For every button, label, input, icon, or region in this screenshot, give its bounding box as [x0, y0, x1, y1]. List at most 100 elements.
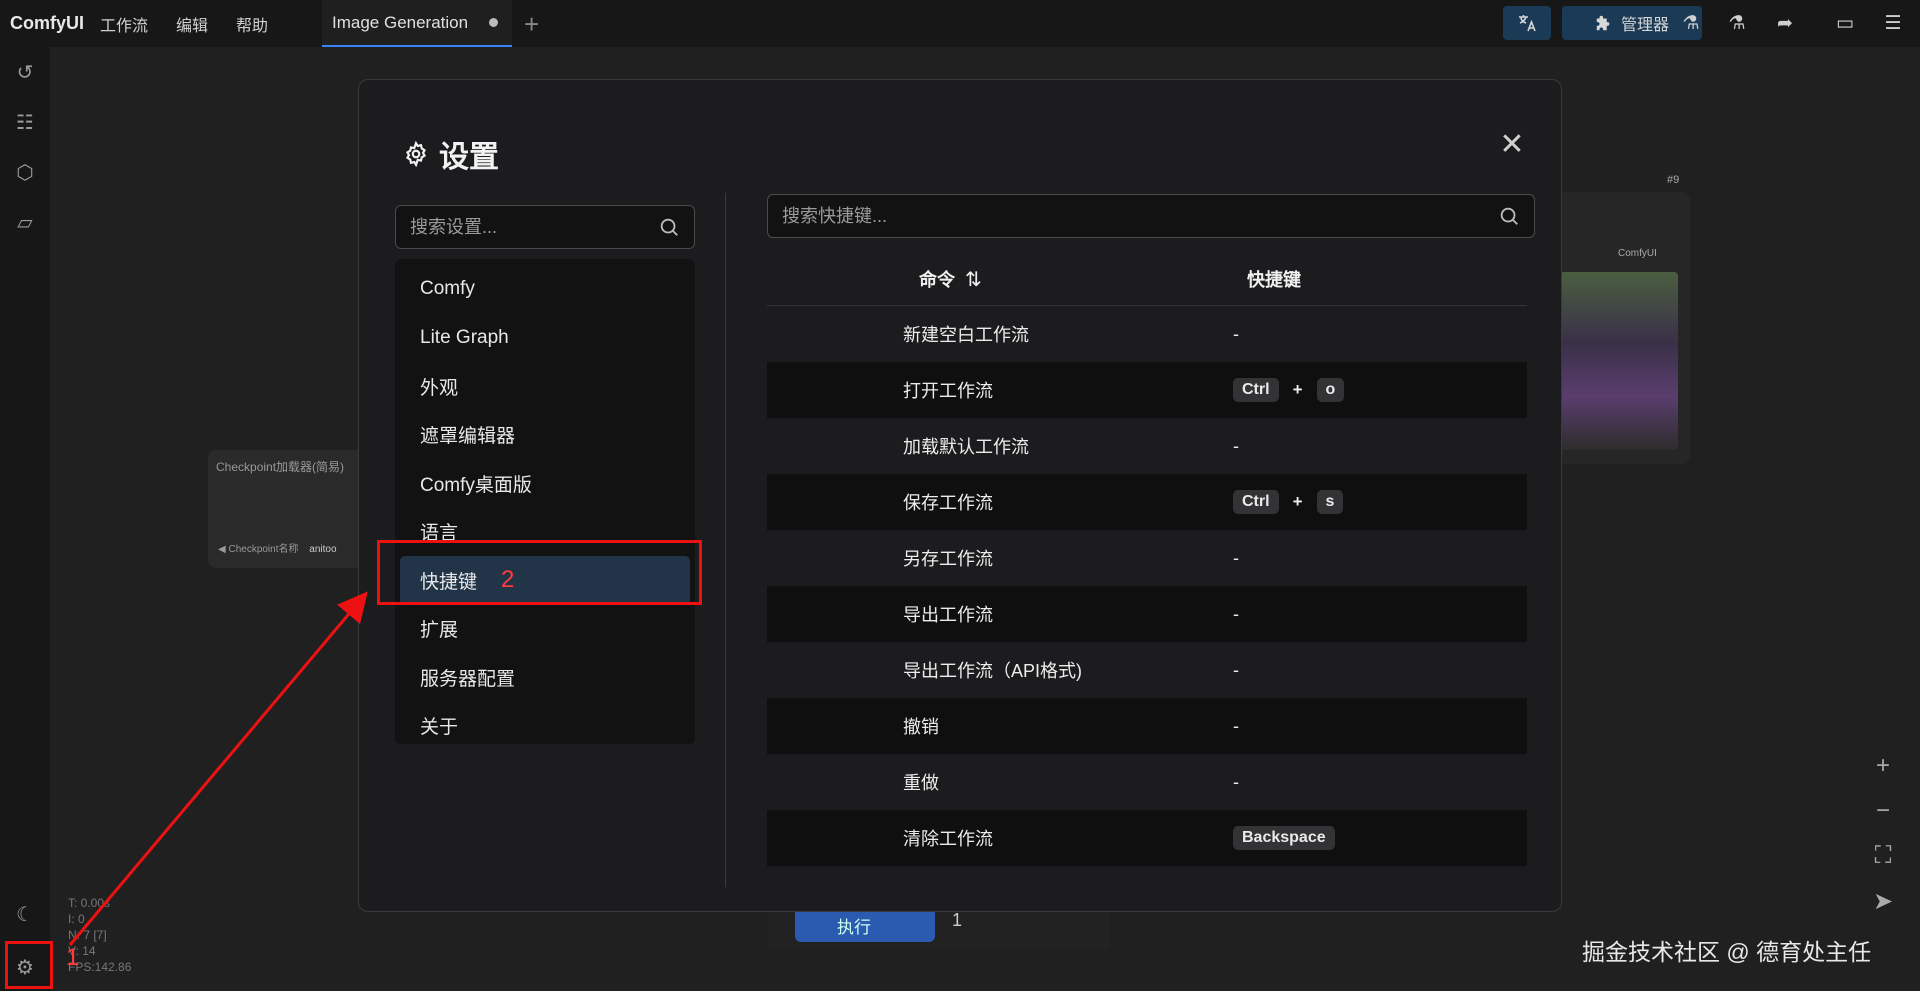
- empty-keybinding: -: [1233, 323, 1239, 344]
- queue-icon[interactable]: ☷: [13, 111, 37, 135]
- table-row[interactable]: 重做 -: [767, 754, 1527, 810]
- preview-node[interactable]: ComfyUI: [1548, 192, 1690, 464]
- zoom-controls: + − ⛶ ➤: [1858, 752, 1908, 952]
- table-row[interactable]: 打开工作流 Ctrl + o: [767, 362, 1527, 418]
- settings-search-input[interactable]: [410, 216, 658, 238]
- table-row[interactable]: 新建空白工作流 -: [767, 306, 1527, 362]
- puzzle-icon: [1596, 15, 1610, 31]
- run-count[interactable]: 1: [952, 910, 962, 931]
- folder-icon[interactable]: ▱: [13, 211, 37, 235]
- annotation-box-keybinding: [377, 540, 702, 605]
- category-server-config[interactable]: 服务器配置: [400, 653, 690, 702]
- command-cell: 加载默认工作流: [903, 437, 1029, 457]
- sort-icon[interactable]: ⇅: [965, 267, 982, 292]
- key-badge: Ctrl: [1233, 490, 1279, 514]
- category-label: 扩展: [420, 620, 459, 642]
- category-extensions[interactable]: 扩展: [400, 605, 690, 654]
- category-mask-editor[interactable]: 遮罩编辑器: [400, 411, 690, 460]
- table-row[interactable]: 撤销 -: [767, 698, 1527, 754]
- gear-icon: [405, 141, 427, 167]
- empty-keybinding: -: [1233, 547, 1239, 568]
- left-sidebar: ↺ ☷ ⬡ ▱ ☾ ⚙: [0, 47, 50, 991]
- stat-n: N: 7 [7]: [68, 928, 107, 942]
- node-field-label: ◀ Checkpoint名称: [218, 544, 299, 555]
- category-label: 遮罩编辑器: [420, 426, 516, 448]
- panel-divider: [725, 193, 726, 887]
- fit-view-icon[interactable]: ⛶: [1858, 842, 1908, 887]
- keybinding-search[interactable]: [767, 194, 1535, 238]
- menu-edit[interactable]: 编辑: [176, 12, 208, 36]
- theme-moon-icon[interactable]: ☾: [13, 903, 37, 927]
- run-label: 执行: [837, 918, 871, 937]
- history-icon[interactable]: ↺: [13, 61, 37, 85]
- keybinding-cell: -: [1233, 660, 1239, 681]
- model-icon[interactable]: ⚗: [1674, 6, 1708, 40]
- command-cell: 保存工作流: [903, 493, 993, 513]
- workflow-tab[interactable]: Image Generation: [322, 0, 512, 47]
- key-badge: s: [1316, 490, 1344, 514]
- empty-keybinding: -: [1233, 715, 1239, 736]
- panel-toggle-icon[interactable]: ▭: [1828, 6, 1862, 40]
- key-badge: o: [1316, 378, 1345, 402]
- model-alt-icon[interactable]: ⚗: [1720, 6, 1754, 40]
- category-comfy[interactable]: Comfy: [400, 265, 690, 314]
- keybinding-cell: -: [1233, 436, 1239, 457]
- annotation-box-settings: [5, 941, 53, 989]
- table-row[interactable]: 另存工作流 -: [767, 530, 1527, 586]
- category-list: Comfy Lite Graph 外观 遮罩编辑器 Comfy桌面版 语言 快捷…: [395, 259, 695, 744]
- command-cell: 另存工作流: [903, 549, 993, 569]
- command-cell: 新建空白工作流: [903, 325, 1029, 345]
- search-icon[interactable]: [1498, 205, 1520, 227]
- category-label: 外观: [420, 377, 459, 399]
- table-row[interactable]: 加载默认工作流 -: [767, 418, 1527, 474]
- keybinding-cell: -: [1233, 324, 1239, 345]
- navigate-icon[interactable]: ➤: [1858, 887, 1908, 932]
- empty-keybinding: -: [1233, 659, 1239, 680]
- category-appearance[interactable]: 外观: [400, 362, 690, 411]
- table-row[interactable]: 清除工作流 Backspace: [767, 810, 1527, 866]
- category-lite-graph[interactable]: Lite Graph: [400, 314, 690, 363]
- column-command[interactable]: 命令 ⇅: [767, 266, 1247, 292]
- category-about[interactable]: 关于: [400, 702, 690, 751]
- menu-help[interactable]: 帮助: [236, 12, 268, 36]
- node-id-tag: #9: [1667, 174, 1680, 186]
- zoom-in-icon[interactable]: +: [1858, 752, 1908, 797]
- category-label: 服务器配置: [420, 668, 516, 690]
- key-plus: +: [1292, 380, 1303, 399]
- column-keybinding: 快捷键: [1247, 266, 1301, 292]
- add-tab-icon[interactable]: +: [524, 9, 539, 40]
- key-plus: +: [1292, 492, 1303, 511]
- command-cell: 撤销: [903, 717, 939, 737]
- translate-button[interactable]: [1503, 6, 1551, 40]
- category-comfy-desktop[interactable]: Comfy桌面版: [400, 459, 690, 508]
- stat-i: I: 0: [68, 912, 85, 926]
- search-icon[interactable]: [658, 216, 680, 238]
- keybinding-search-input[interactable]: [782, 205, 1498, 227]
- hamburger-menu-icon[interactable]: ☰: [1876, 6, 1910, 40]
- dialog-title-text: 设置: [439, 141, 499, 174]
- node-field: ◀ Checkpoint名称 anitoo: [218, 540, 337, 555]
- watermark: 掘金技术社区 @ 德育处主任: [1582, 939, 1872, 965]
- table-row[interactable]: 导出工作流 -: [767, 586, 1527, 642]
- keybinding-cell: -: [1233, 604, 1239, 625]
- zoom-out-icon[interactable]: −: [1858, 797, 1908, 842]
- share-icon[interactable]: ➦: [1768, 6, 1802, 40]
- app-logo[interactable]: ComfyUI: [0, 13, 100, 34]
- command-cell: 重做: [903, 773, 939, 793]
- settings-search[interactable]: [395, 205, 695, 249]
- table-row[interactable]: 导出工作流（API格式) -: [767, 642, 1527, 698]
- table-row[interactable]: 保存工作流 Ctrl + s: [767, 474, 1527, 530]
- dialog-title: 设置: [403, 132, 499, 176]
- empty-keybinding: -: [1233, 771, 1239, 792]
- table-body: 新建空白工作流 - 打开工作流 Ctrl + o 加载默认工作流 - 保存工作流 Ctrl + s 另存…: [767, 306, 1527, 866]
- node-title: Checkpoint加载器(简易): [216, 460, 345, 474]
- keybinding-cell: Backspace: [1233, 826, 1335, 850]
- keybinding-cell: Ctrl + s: [1233, 490, 1344, 514]
- stat-time: T: 0.00s: [68, 896, 111, 910]
- close-icon[interactable]: ✕: [1497, 130, 1527, 160]
- command-cell: 打开工作流: [903, 381, 993, 401]
- empty-keybinding: -: [1233, 435, 1239, 456]
- checkpoint-node[interactable]: Checkpoint加载器(简易) ◀ Checkpoint名称 anitoo: [208, 450, 368, 568]
- menu-workflow[interactable]: 工作流: [100, 12, 148, 36]
- node-library-icon[interactable]: ⬡: [13, 161, 37, 185]
